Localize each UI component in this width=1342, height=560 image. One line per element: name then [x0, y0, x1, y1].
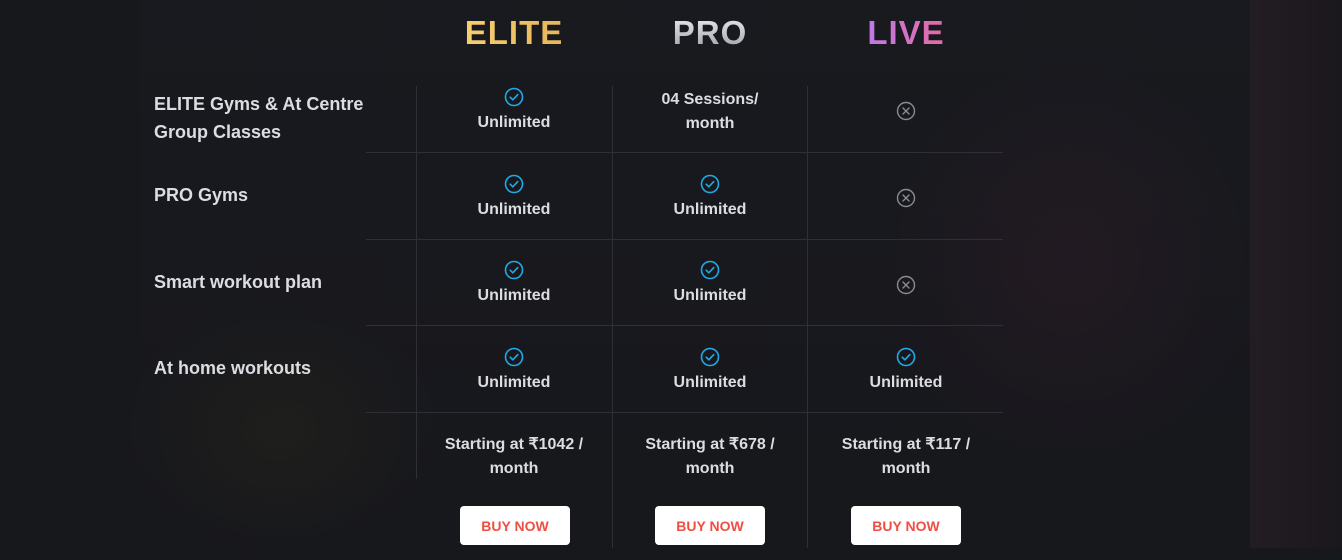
cell-value: Unlimited — [673, 287, 747, 304]
feature-label-home-workouts: At home workouts — [154, 358, 312, 378]
cell-home-workouts-elite: Unlimited — [416, 347, 612, 395]
plan-title-live: LIVE — [867, 14, 945, 51]
x-circle-icon — [896, 275, 916, 295]
cell-smart-workout-elite: Unlimited — [416, 260, 612, 308]
check-circle-icon — [504, 347, 524, 367]
row-divider — [366, 325, 1003, 326]
buy-now-pro-button[interactable]: BUY NOW — [655, 506, 765, 545]
price-text: Starting at ₹678 / month — [645, 436, 775, 477]
check-circle-icon — [896, 347, 916, 367]
cell-value: Unlimited — [673, 374, 747, 391]
cell-smart-workout-live — [808, 275, 1004, 299]
buy-now-elite-button[interactable]: BUY NOW — [460, 506, 570, 545]
cell-value: Unlimited — [477, 114, 551, 131]
row-divider — [366, 152, 1003, 153]
check-circle-icon — [700, 174, 720, 194]
x-circle-icon — [896, 101, 916, 121]
plan-title-elite: ELITE — [464, 14, 564, 51]
feature-label-elite-gyms: ELITE Gyms & At Centre Group Classes — [154, 94, 364, 142]
check-circle-icon — [504, 87, 524, 107]
cell-pro-gyms-live — [808, 188, 1004, 212]
price-live: Starting at ₹117 / month — [808, 433, 1004, 481]
cell-value: Unlimited — [673, 201, 747, 218]
check-circle-icon — [504, 174, 524, 194]
feature-label-pro-gyms: PRO Gyms — [154, 185, 249, 205]
cell-pro-gyms-pro: Unlimited — [612, 174, 808, 222]
cell-home-workouts-live: Unlimited — [808, 347, 1004, 395]
cell-value: Unlimited — [477, 287, 551, 304]
buy-now-live-button[interactable]: BUY NOW — [851, 506, 961, 545]
cell-value: 04 Sessions/ month — [661, 91, 759, 132]
cell-value: Unlimited — [477, 201, 551, 218]
row-divider — [366, 239, 1003, 240]
cell-value: Unlimited — [869, 374, 943, 391]
cell-elite-gyms-elite: Unlimited — [416, 87, 612, 135]
row-divider — [366, 412, 1003, 413]
x-circle-icon — [896, 188, 916, 208]
price-text: Starting at ₹117 / month — [841, 436, 971, 477]
price-elite: Starting at ₹1042 / month — [416, 433, 612, 481]
cell-elite-gyms-live — [808, 101, 1004, 125]
price-pro: Starting at ₹678 / month — [612, 433, 808, 481]
cell-value: Unlimited — [477, 374, 551, 391]
check-circle-icon — [700, 347, 720, 367]
cell-elite-gyms-pro: 04 Sessions/ month — [612, 88, 808, 136]
background-edge — [1250, 0, 1342, 548]
cell-smart-workout-pro: Unlimited — [612, 260, 808, 308]
plan-title-pro: PRO — [672, 14, 748, 51]
check-circle-icon — [504, 260, 524, 280]
cell-pro-gyms-elite: Unlimited — [416, 174, 612, 222]
check-circle-icon — [700, 260, 720, 280]
cell-home-workouts-pro: Unlimited — [612, 347, 808, 395]
feature-label-smart-workout: Smart workout plan — [154, 272, 323, 292]
price-text: Starting at ₹1042 / month — [444, 436, 584, 477]
